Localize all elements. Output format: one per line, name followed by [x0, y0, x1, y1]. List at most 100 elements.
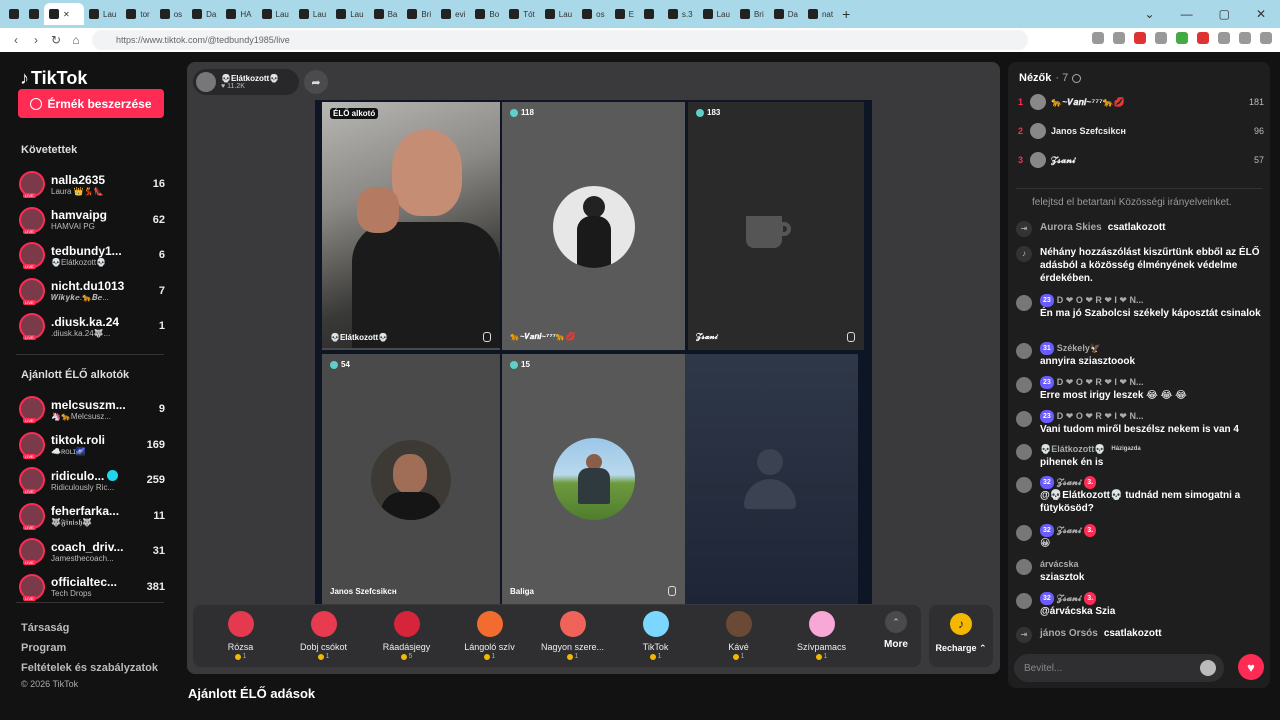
chat-username[interactable]: 𝓩𝓼𝓪𝓷𝓲: [1057, 476, 1082, 489]
home-icon[interactable]: ⌂: [66, 33, 86, 47]
browser-tab[interactable]: Da: [769, 3, 803, 25]
emoji-icon[interactable]: [1200, 660, 1216, 676]
puzzle-icon[interactable]: [1218, 32, 1230, 44]
gift-item[interactable]: Rózsa 1: [199, 611, 282, 660]
browser-tab[interactable]: os: [577, 3, 609, 25]
recharge-button[interactable]: ♪ Recharge ⌃: [929, 605, 993, 667]
browser-tab-active[interactable]: ✕: [44, 3, 84, 25]
chat-avatar[interactable]: [1016, 559, 1032, 575]
browser-tab[interactable]: [639, 3, 663, 25]
chat-avatar[interactable]: [1016, 377, 1032, 393]
chat-avatar[interactable]: [1016, 343, 1032, 359]
guest-cell[interactable]: 54 Janos Szefcsikᴄʜ: [322, 354, 500, 604]
avatar[interactable]: LIVE: [19, 502, 45, 530]
chat-avatar[interactable]: [1016, 295, 1032, 311]
chat-avatar[interactable]: [1016, 477, 1032, 493]
avatar[interactable]: LIVE: [19, 573, 45, 601]
chat-avatar[interactable]: [1016, 444, 1032, 460]
reload-icon[interactable]: ↻: [46, 33, 66, 47]
back-icon[interactable]: ‹: [6, 33, 26, 47]
chat-username[interactable]: 💀Elátkozott💀: [1040, 443, 1105, 456]
browser-tab[interactable]: E: [610, 3, 639, 25]
chat-username[interactable]: jános Orsós: [1040, 627, 1098, 643]
guest-cell[interactable]: 118 🐆~𝑽𝒂𝒏𝒊~⁷⁷⁷🐆💋: [502, 102, 685, 350]
recommended-account[interactable]: LIVE ridiculo... Ridiculously Ric... 259: [19, 465, 165, 495]
browser-tab[interactable]: Lau: [698, 3, 735, 25]
browser-tab[interactable]: tor: [121, 3, 154, 25]
chat-username[interactable]: Székely🦅: [1057, 342, 1101, 355]
footer-link-terms[interactable]: Feltételek és szabályzatok: [21, 662, 158, 674]
extension-icon[interactable]: [1155, 32, 1167, 44]
browser-tab[interactable]: Lau: [540, 3, 577, 25]
browser-tab[interactable]: HA: [221, 3, 256, 25]
browser-tab[interactable]: Da: [187, 3, 221, 25]
recommended-account[interactable]: LIVE officialtec... Tech Drops 381: [19, 572, 165, 602]
menu-icon[interactable]: [1260, 32, 1272, 44]
new-tab-icon[interactable]: +: [842, 6, 850, 22]
following-account[interactable]: LIVE nicht.du1013 𝑾𝒊𝒌𝒚𝒌𝒆.🐆𝑩𝒆... 7: [19, 276, 165, 306]
maximize-icon[interactable]: ▢: [1219, 7, 1230, 21]
browser-tab[interactable]: Lau: [331, 3, 368, 25]
alert-icon[interactable]: [1134, 32, 1146, 44]
gift-item[interactable]: Kávé 1: [697, 611, 780, 660]
extension-icon[interactable]: [1197, 32, 1209, 44]
shield-icon[interactable]: [1113, 32, 1125, 44]
chat-avatar[interactable]: [1016, 525, 1032, 541]
send-heart-button[interactable]: ♥: [1238, 654, 1264, 680]
following-account[interactable]: LIVE tedbundy1... 💀Elátkozott💀 6: [19, 240, 165, 270]
share-button[interactable]: ➦: [304, 70, 328, 94]
footer-link-program[interactable]: Program: [21, 642, 66, 654]
tiktok-logo[interactable]: ♪ TikTok: [20, 68, 87, 89]
info-icon[interactable]: [1072, 73, 1082, 83]
browser-tab[interactable]: [24, 3, 44, 25]
browser-tab[interactable]: Lau: [294, 3, 331, 25]
browser-tab[interactable]: Bri: [402, 3, 436, 25]
extension-icon[interactable]: [1176, 32, 1188, 44]
chat-username[interactable]: Aurora Skies: [1040, 221, 1102, 237]
host-info-pill[interactable]: 💀Elátkozott💀 ♥ 11.2K: [193, 69, 299, 95]
forward-icon[interactable]: ›: [26, 33, 46, 47]
chat-username[interactable]: 𝓩𝓼𝓪𝓷𝓲: [1057, 592, 1082, 605]
avatar[interactable]: LIVE: [19, 242, 45, 269]
chat-username[interactable]: D ❤ O ❤ R ❤ I ❤ N...: [1057, 410, 1144, 423]
browser-tab[interactable]: s.3: [663, 3, 698, 25]
browser-tab[interactable]: Ba: [369, 3, 403, 25]
avatar[interactable]: LIVE: [19, 206, 45, 234]
close-window-icon[interactable]: ✕: [1256, 7, 1266, 21]
browser-tab[interactable]: Bri: [735, 3, 769, 25]
browser-tab[interactable]: evi: [436, 3, 470, 25]
top-viewer-row[interactable]: 2 Janos Szefcsikᴄʜ 96: [1018, 121, 1264, 141]
chat-username[interactable]: árvácska: [1040, 558, 1079, 571]
browser-tab[interactable]: Tót: [504, 3, 540, 25]
top-viewer-row[interactable]: 1 🐆~𝑽𝒂𝒏𝒊~⁷⁷⁷🐆💋 181: [1018, 92, 1264, 112]
following-account[interactable]: LIVE hamvaipg HAMVAI PG 62: [19, 205, 165, 235]
chat-avatar[interactable]: [1016, 411, 1032, 427]
url-field[interactable]: https://www.tiktok.com/@tedbundy1985/liv…: [92, 30, 1028, 50]
zoom-icon[interactable]: [1092, 32, 1104, 44]
avatar[interactable]: LIVE: [19, 313, 45, 340]
minimize-icon[interactable]: —: [1181, 7, 1193, 21]
recommended-account[interactable]: LIVE coach_driv... Jamesthecoach... 31: [19, 536, 165, 566]
avatar[interactable]: LIVE: [19, 171, 45, 198]
following-account[interactable]: LIVE nalla2635 Laura 👑💃👠 16: [19, 169, 165, 199]
gift-item[interactable]: TikTok 1: [614, 611, 697, 660]
chat-username[interactable]: D ❤ O ❤ R ❤ I ❤ N...: [1057, 376, 1144, 389]
browser-tab[interactable]: Lau: [257, 3, 294, 25]
recommended-account[interactable]: LIVE feherfarka... 🐺𝕱𝖎𝖓𝖎𝖘𝖍🐺 11: [19, 501, 165, 531]
guest-cell[interactable]: 15 Baliga: [502, 354, 685, 604]
gift-item[interactable]: Szívpamacs 1: [780, 611, 863, 660]
empty-guest-slot[interactable]: [685, 354, 858, 604]
avatar[interactable]: LIVE: [19, 396, 45, 423]
gift-item[interactable]: Ráadásjegy 5: [365, 611, 448, 660]
browser-tab[interactable]: Bo: [470, 3, 504, 25]
chat-username[interactable]: D ❤ O ❤ R ❤ I ❤ N...: [1057, 294, 1144, 307]
viewers-header[interactable]: Nézők · 7: [1019, 72, 1082, 84]
avatar[interactable]: LIVE: [19, 467, 45, 494]
browser-tab[interactable]: [4, 3, 24, 25]
chat-avatar[interactable]: [1016, 593, 1032, 609]
gift-item[interactable]: Nagyon szere... 1: [531, 611, 614, 660]
gift-item[interactable]: Lángoló szív 1: [448, 611, 531, 660]
get-coins-button[interactable]: Érmék beszerzése: [18, 89, 164, 118]
avatar[interactable]: LIVE: [19, 538, 45, 565]
browser-tab[interactable]: Lau: [84, 3, 121, 25]
